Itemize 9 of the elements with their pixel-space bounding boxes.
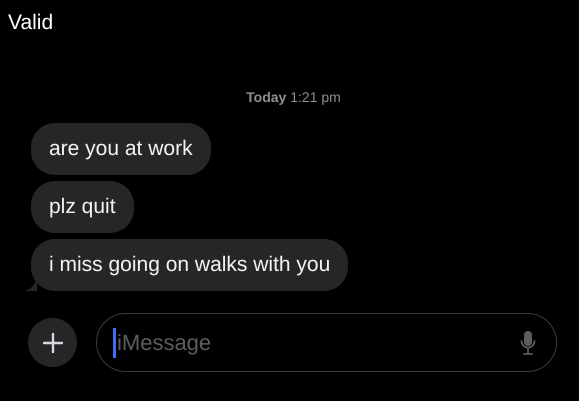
plus-icon	[42, 332, 62, 352]
message-bubble: are you at work	[31, 123, 211, 175]
conversation-title: Valid	[8, 11, 54, 34]
add-button[interactable]	[28, 318, 77, 367]
message-field[interactable]: iMessage	[96, 313, 557, 372]
message-bubble: plz quit	[31, 181, 134, 233]
microphone-icon[interactable]	[520, 330, 536, 356]
message-input[interactable]: iMessage	[113, 328, 520, 358]
timestamp: Today 1:21 pm	[246, 88, 341, 106]
